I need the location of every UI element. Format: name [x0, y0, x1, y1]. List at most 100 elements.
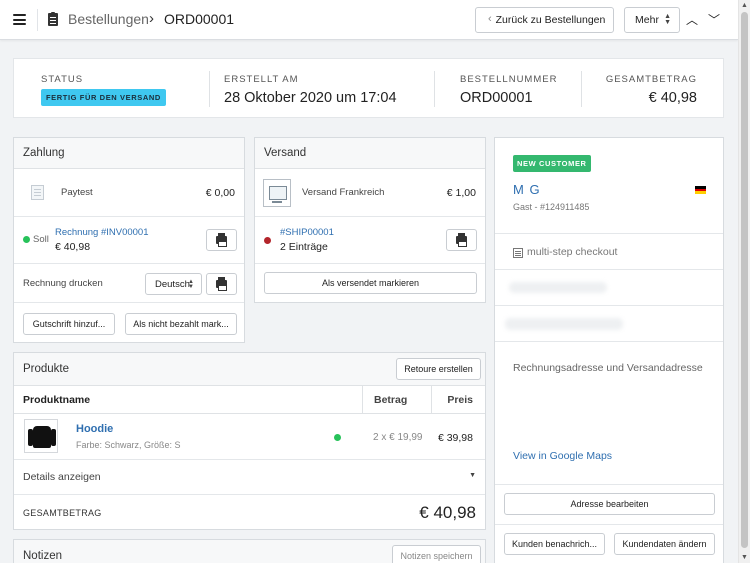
notes-title: Notizen	[23, 550, 62, 562]
create-return-button[interactable]: Retoure erstellen	[396, 358, 481, 380]
hamburger-icon[interactable]	[13, 14, 26, 25]
divider	[37, 9, 38, 31]
shipping-title: Versand	[264, 147, 307, 159]
language-select[interactable]: Deutsch ▲ ▼	[145, 273, 202, 295]
divider	[14, 494, 485, 495]
divider	[255, 216, 485, 217]
print-shipment-button[interactable]	[446, 229, 477, 251]
customer-guest-id: Gast - #124911485	[513, 202, 590, 212]
breadcrumb-orders[interactable]: Bestellungen	[68, 11, 149, 27]
table-row: Hoodie Farbe: Schwarz, Größe: S 2 x € 19…	[14, 415, 485, 459]
breadcrumb-current: ORD00001	[164, 11, 235, 27]
updown-icon: ▲ ▼	[188, 279, 194, 290]
address-title: Rechnungsadresse und Versandadresse	[513, 362, 703, 374]
status-label: STATUS	[41, 74, 84, 85]
divider	[434, 71, 435, 107]
divider	[14, 302, 244, 303]
created-label: ERSTELLT AM	[224, 74, 299, 85]
divider	[362, 386, 363, 414]
document-icon	[48, 12, 58, 26]
summary-total: GESAMTBETRAG € 40,98	[581, 59, 723, 119]
customer-name-link[interactable]: M G	[513, 182, 541, 197]
divider	[495, 233, 723, 234]
payment-method: Paytest	[61, 187, 93, 198]
scroll-down-icon[interactable]: ▼	[741, 554, 748, 561]
checkout-type: multi-step checkout	[527, 246, 618, 258]
scroll-thumb[interactable]	[741, 12, 748, 548]
notes-panel: Notizen Notizen speichern	[13, 539, 486, 563]
divider	[495, 524, 723, 525]
divider	[14, 263, 244, 264]
divider	[495, 484, 723, 485]
customer-panel: NEW CUSTOMER M G Gast - #124911485 multi…	[494, 137, 724, 563]
scroll-up-icon[interactable]: ▲	[741, 2, 748, 9]
divider	[255, 263, 485, 264]
shipping-method-amount: € 1,00	[446, 187, 476, 199]
print-button[interactable]	[206, 273, 237, 295]
save-notes-button[interactable]: Notizen speichern	[392, 545, 481, 563]
products-title: Produkte	[23, 363, 70, 375]
edit-address-button[interactable]: Adresse bearbeiten	[504, 493, 715, 515]
chevron-left-icon: ‹	[488, 13, 492, 25]
divider	[581, 71, 582, 107]
print-invoice-button[interactable]	[206, 229, 237, 251]
payment-status: Soll	[33, 234, 49, 245]
created-value: 28 Oktober 2020 um 17:04	[224, 90, 397, 106]
order-summary: STATUS FERTIG FÜR DEN VERSAND ERSTELLT A…	[13, 58, 724, 118]
add-credit-note-button[interactable]: Gutschrift hinzuf...	[23, 313, 115, 335]
edit-customer-button[interactable]: Kundendaten ändern	[614, 533, 715, 555]
product-thumbnail[interactable]	[24, 419, 58, 453]
shipment-link[interactable]: #SHIP00001	[280, 227, 334, 238]
payment-method-amount: € 0,00	[205, 187, 235, 199]
payment-panel: Zahlung Paytest € 0,00 Soll Rechnung #IN…	[13, 137, 245, 343]
summary-order-number: BESTELLNUMMER ORD00001	[434, 59, 581, 119]
caret-down-icon: ▼	[469, 472, 476, 479]
redacted-email	[509, 282, 607, 293]
mark-as-shipped-button[interactable]: Als versendet markieren	[264, 272, 477, 294]
shipment-status-dot	[264, 237, 271, 244]
language-value: Deutsch	[155, 278, 190, 290]
next-order-icon[interactable]: ﹀	[708, 11, 720, 28]
status-badge: FERTIG FÜR DEN VERSAND	[41, 89, 166, 106]
products-total-label: GESAMTBETRAG	[23, 508, 102, 518]
scrollbar[interactable]: ▲ ▼	[738, 0, 750, 563]
previous-order-icon[interactable]: ︿	[686, 11, 698, 28]
hoodie-icon	[28, 426, 56, 448]
details-toggle[interactable]: Details anzeigen ▼	[14, 460, 485, 494]
updown-icon: ▲ ▼	[664, 13, 671, 26]
stock-status-dot	[334, 434, 341, 441]
column-product-name: Produktname	[23, 394, 91, 406]
back-to-orders-button[interactable]: ‹ Zurück zu Bestellungen	[475, 7, 614, 33]
divider	[495, 305, 723, 306]
products-total-value: € 40,98	[419, 503, 476, 522]
divider	[431, 386, 432, 414]
top-bar: Bestellungen › ORD00001 ‹ Zurück zu Best…	[0, 0, 738, 40]
products-table-header: Produktname Betrag Preis	[14, 386, 485, 414]
payment-method-icon	[31, 185, 44, 200]
german-flag-icon	[695, 186, 706, 194]
shipment-entries: 2 Einträge	[280, 241, 328, 253]
column-amount: Betrag	[374, 394, 408, 406]
product-variant: Farbe: Schwarz, Größe: S	[76, 440, 181, 450]
total-value: € 40,98	[648, 90, 697, 106]
total-label: GESAMTBETRAG	[605, 74, 697, 85]
summary-created: ERSTELLT AM 28 Oktober 2020 um 17:04	[209, 59, 434, 119]
mark-unpaid-button[interactable]: Als nicht bezahlt mark...	[125, 313, 237, 335]
printer-icon	[216, 277, 227, 291]
product-name-link[interactable]: Hoodie	[76, 423, 113, 435]
divider	[495, 269, 723, 270]
products-panel: Produkte Retoure erstellen Produktname B…	[13, 352, 486, 530]
google-maps-link[interactable]: View in Google Maps	[513, 450, 612, 462]
notes-header: Notizen Notizen speichern	[14, 540, 485, 563]
order-number-value: ORD00001	[460, 90, 533, 106]
invoice-link[interactable]: Rechnung #INV00001	[55, 227, 149, 238]
printer-icon	[456, 233, 467, 247]
payment-title: Zahlung	[23, 147, 65, 159]
column-price: Preis	[447, 394, 473, 406]
product-price: € 39,98	[437, 432, 473, 444]
notify-customer-button[interactable]: Kunden benachrich...	[504, 533, 605, 555]
list-icon	[513, 248, 523, 258]
payment-header: Zahlung	[14, 138, 244, 169]
more-dropdown-button[interactable]: Mehr ▲ ▼	[624, 7, 680, 33]
chevron-right-icon: ›	[149, 10, 154, 27]
